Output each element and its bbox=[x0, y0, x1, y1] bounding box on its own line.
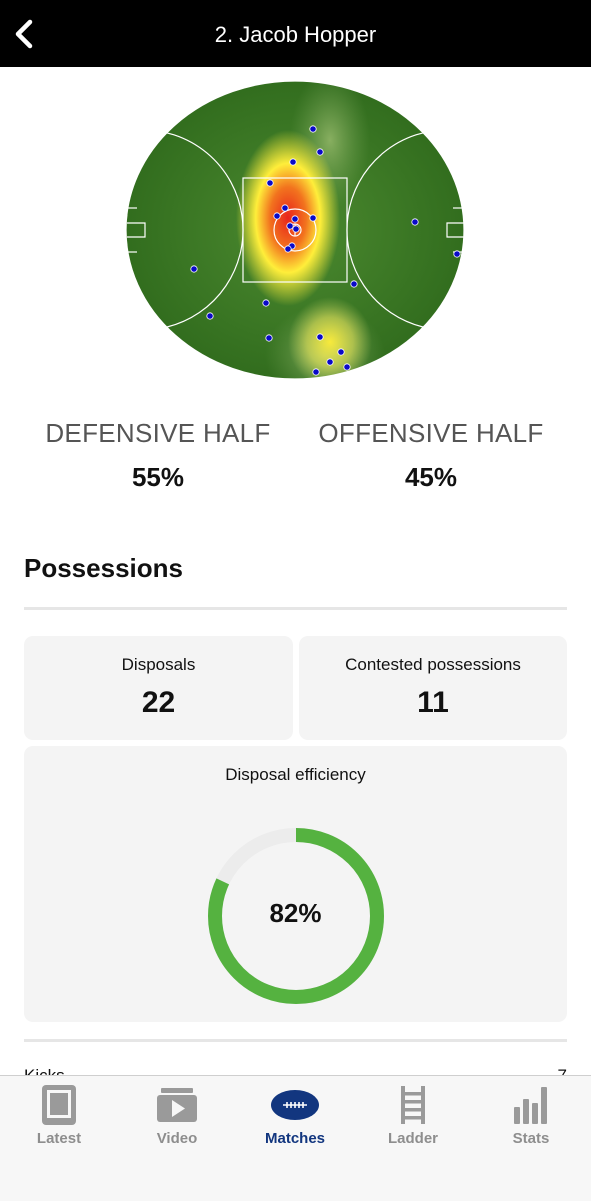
tab-label: Stats bbox=[512, 1130, 550, 1147]
contested-possessions-value: 11 bbox=[417, 686, 449, 719]
tablet-icon bbox=[34, 1084, 84, 1126]
possession-dot bbox=[284, 245, 292, 253]
possession-dot bbox=[343, 363, 351, 371]
possession-dot bbox=[291, 215, 299, 223]
tab-stats[interactable]: Stats bbox=[472, 1076, 590, 1156]
tab-bar: Latest Video Matches Ladder Stats bbox=[0, 1075, 591, 1201]
contested-possessions-label: Contested possessions bbox=[345, 655, 521, 674]
possession-dot bbox=[289, 158, 297, 166]
possession-dot bbox=[273, 212, 281, 220]
top-bar: 2. Jacob Hopper bbox=[0, 0, 591, 67]
possession-dot bbox=[262, 299, 270, 307]
divider bbox=[24, 607, 567, 610]
bar-chart-icon bbox=[506, 1084, 556, 1126]
possession-dot bbox=[316, 333, 324, 341]
possession-dot bbox=[453, 250, 461, 258]
possession-dot bbox=[309, 214, 317, 222]
contested-possessions-card: Contested possessions 11 bbox=[299, 636, 567, 740]
defensive-half-value: 55% bbox=[131, 462, 185, 492]
football-icon bbox=[270, 1084, 320, 1126]
tab-latest[interactable]: Latest bbox=[0, 1076, 118, 1156]
tab-label: Ladder bbox=[387, 1130, 438, 1147]
offensive-half-label: OFFENSIVE HALF bbox=[318, 418, 544, 448]
possession-dot bbox=[265, 334, 273, 342]
page-title: 2. Jacob Hopper bbox=[214, 22, 377, 47]
disposals-card: Disposals 22 bbox=[24, 636, 293, 740]
field-heatmap bbox=[125, 80, 466, 380]
possession-dot bbox=[281, 204, 289, 212]
disposal-efficiency-label: Disposal efficiency bbox=[225, 765, 366, 784]
ladder-icon bbox=[388, 1084, 438, 1126]
disposals-label: Disposals bbox=[121, 655, 196, 674]
possession-dot bbox=[337, 348, 345, 356]
tab-label: Video bbox=[156, 1130, 198, 1147]
possession-dot bbox=[190, 265, 198, 273]
possession-dot bbox=[309, 125, 317, 133]
defensive-half-label: DEFENSIVE HALF bbox=[45, 418, 271, 448]
disposals-value: 22 bbox=[141, 686, 176, 719]
divider bbox=[24, 1039, 567, 1042]
possession-dot bbox=[286, 222, 294, 230]
tab-video[interactable]: Video bbox=[118, 1076, 236, 1156]
section-title-possessions: Possessions bbox=[24, 553, 183, 583]
offensive-half-value: 45% bbox=[404, 462, 458, 492]
tab-ladder[interactable]: Ladder bbox=[354, 1076, 472, 1156]
disposal-efficiency-value: 82% bbox=[269, 898, 322, 928]
possession-dot bbox=[316, 148, 324, 156]
video-play-icon bbox=[152, 1084, 202, 1126]
possession-dot bbox=[292, 225, 300, 233]
possession-dot bbox=[350, 280, 358, 288]
tab-label: Matches bbox=[264, 1130, 326, 1147]
tab-matches[interactable]: Matches bbox=[236, 1076, 354, 1156]
possession-dot bbox=[312, 368, 320, 376]
tab-label: Latest bbox=[36, 1130, 82, 1147]
possession-dot bbox=[411, 218, 419, 226]
possession-dot bbox=[266, 179, 274, 187]
possession-dot bbox=[206, 312, 214, 320]
possession-dot bbox=[326, 358, 334, 366]
